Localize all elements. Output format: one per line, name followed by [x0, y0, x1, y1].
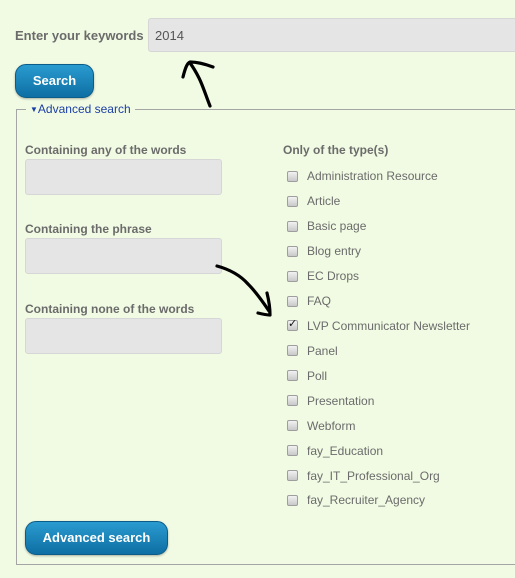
type-checkbox[interactable] — [287, 345, 298, 357]
type-checkbox[interactable] — [287, 295, 298, 307]
types-label: Only of the type(s) — [283, 143, 389, 157]
type-option[interactable]: fay_IT_Professional_Org — [287, 463, 470, 488]
none-words-input[interactable] — [25, 318, 222, 354]
any-words-label: Containing any of the words — [25, 143, 187, 157]
arrow-up-head — [181, 60, 215, 79]
type-label: LVP Communicator Newsletter — [307, 318, 470, 333]
type-checkbox[interactable] — [287, 317, 298, 332]
type-label: EC Drops — [307, 269, 360, 284]
keywords-label: Enter your keywords — [15, 28, 144, 43]
type-checkbox[interactable] — [287, 195, 298, 207]
phrase-label: Containing the phrase — [25, 222, 152, 236]
type-label: Administration Resource — [307, 169, 438, 184]
type-checkbox[interactable] — [287, 170, 298, 182]
type-label: Poll — [307, 368, 328, 383]
search-button[interactable]: Search — [15, 64, 94, 98]
advanced-search-button[interactable]: Advanced search — [25, 521, 168, 555]
type-checkbox[interactable] — [287, 494, 298, 506]
type-option[interactable]: Article — [287, 189, 470, 214]
type-checkbox[interactable] — [287, 420, 298, 432]
type-checkbox[interactable] — [287, 470, 298, 482]
type-checkbox[interactable] — [287, 370, 298, 382]
triangle-down-icon: ▼ — [30, 105, 38, 114]
none-words-label: Containing none of the words — [25, 302, 195, 316]
advanced-search-toggle[interactable]: ▼Advanced search — [26, 102, 135, 116]
type-option[interactable]: EC Drops — [287, 264, 470, 289]
advanced-search-legend: Advanced search — [37, 102, 131, 116]
type-option[interactable]: fay_Recruiter_Agency — [287, 488, 470, 513]
type-label: Article — [307, 194, 341, 209]
phrase-input[interactable] — [25, 238, 222, 274]
types-checkbox-list: Administration Resource Article Basic page… — [287, 164, 470, 513]
any-words-input[interactable] — [25, 159, 222, 195]
type-label: fay_Recruiter_Agency — [307, 493, 426, 508]
type-label: FAQ — [307, 294, 332, 309]
type-option[interactable]: Administration Resource — [287, 164, 470, 189]
type-label: fay_IT_Professional_Org — [307, 468, 440, 483]
type-option[interactable]: Presentation — [287, 388, 470, 413]
arrow-up-shaft — [188, 61, 212, 108]
type-option[interactable]: Panel — [287, 338, 470, 363]
type-option[interactable]: Basic page — [287, 214, 470, 239]
type-label: fay_Education — [307, 443, 384, 458]
type-checkbox[interactable] — [287, 395, 298, 407]
type-option[interactable]: Blog entry — [287, 239, 470, 264]
type-checkbox[interactable] — [287, 245, 298, 257]
type-option[interactable]: Poll — [287, 363, 470, 388]
type-label: Panel — [307, 343, 338, 358]
type-checkbox[interactable] — [287, 445, 298, 457]
type-checkbox[interactable] — [287, 270, 298, 282]
type-option[interactable]: FAQ — [287, 289, 470, 314]
type-label: Presentation — [307, 393, 375, 408]
type-label: Webform — [307, 418, 356, 433]
type-option[interactable]: LVP Communicator Newsletter — [287, 314, 470, 339]
type-label: Basic page — [307, 219, 367, 234]
type-option[interactable]: Webform — [287, 413, 470, 438]
type-label: Blog entry — [307, 244, 362, 259]
keywords-input[interactable] — [148, 18, 515, 52]
type-checkbox[interactable] — [287, 220, 298, 232]
type-option[interactable]: fay_Education — [287, 438, 470, 463]
